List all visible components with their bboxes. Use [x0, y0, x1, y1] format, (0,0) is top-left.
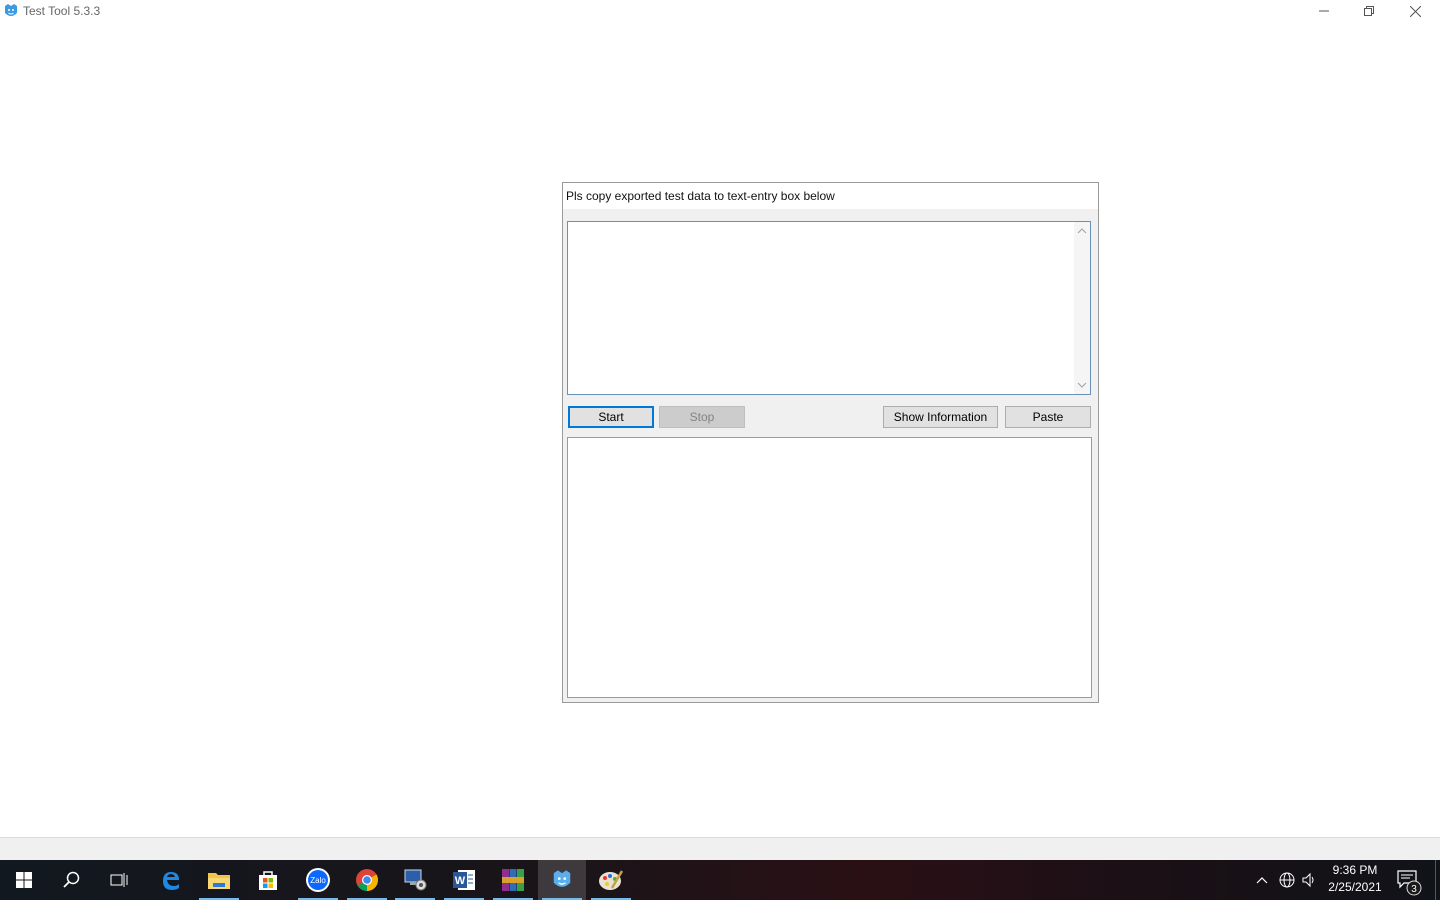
- input-scrollbar[interactable]: [1074, 222, 1090, 394]
- globe-icon: [1279, 872, 1295, 888]
- clock[interactable]: 9:36 PM 2/25/2021: [1322, 862, 1388, 898]
- test-data-input[interactable]: [567, 221, 1091, 395]
- file-explorer-icon: [208, 873, 230, 889]
- window-title: Test Tool 5.3.3: [23, 4, 101, 18]
- search-taskbar-button[interactable]: [48, 860, 96, 900]
- show-information-button[interactable]: Show Information: [883, 406, 998, 428]
- minimize-icon: [1319, 10, 1329, 12]
- instruction-header: Pls copy exported test data to text-entr…: [563, 183, 1098, 209]
- minimize-button[interactable]: [1301, 0, 1347, 22]
- test-tool-taskbar-button[interactable]: [538, 860, 586, 900]
- remote-tool-taskbar-button[interactable]: [391, 860, 439, 900]
- edge-taskbar-button[interactable]: [147, 860, 195, 900]
- notification-count: 3: [1411, 884, 1417, 895]
- app-face-icon: [5, 4, 17, 16]
- svg-text:Zalo: Zalo: [310, 876, 326, 885]
- start-button-taskbar[interactable]: [0, 860, 48, 900]
- close-icon: [1409, 5, 1421, 17]
- chevron-up-icon: [1256, 877, 1268, 884]
- title-bar: Test Tool 5.3.3: [0, 0, 1440, 24]
- paint-taskbar-button[interactable]: [587, 860, 635, 900]
- restore-button[interactable]: [1346, 0, 1392, 22]
- volume-button[interactable]: [1299, 870, 1319, 890]
- show-hidden-icons-button[interactable]: [1252, 870, 1272, 890]
- taskbar: Zalo W 9:36 PM 2/25/2021: [0, 860, 1440, 900]
- edge-icon: [163, 872, 179, 890]
- file-explorer-taskbar-button[interactable]: [195, 860, 243, 900]
- chrome-taskbar-button[interactable]: [343, 860, 391, 900]
- paste-button[interactable]: Paste: [1005, 406, 1091, 428]
- chrome-icon: [356, 869, 378, 891]
- status-bar: [0, 837, 1440, 860]
- task-view-button[interactable]: [96, 860, 144, 900]
- search-icon: [63, 871, 80, 888]
- svg-text:W: W: [455, 875, 466, 887]
- store-taskbar-button[interactable]: [244, 860, 292, 900]
- stop-button[interactable]: Stop: [659, 406, 745, 428]
- close-button[interactable]: [1392, 0, 1438, 22]
- test-data-panel: Pls copy exported test data to text-entr…: [562, 182, 1099, 703]
- word-taskbar-button[interactable]: W: [440, 860, 488, 900]
- restore-icon: [1364, 6, 1374, 16]
- clock-date: 2/25/2021: [1328, 880, 1382, 894]
- zalo-taskbar-button[interactable]: Zalo: [294, 860, 342, 900]
- scroll-down-icon[interactable]: [1077, 380, 1087, 390]
- start-button[interactable]: Start: [568, 406, 654, 428]
- speaker-icon: [1302, 872, 1314, 888]
- winrar-icon: [502, 869, 524, 891]
- zalo-icon: Zalo: [306, 868, 330, 892]
- clock-time: 9:36 PM: [1332, 863, 1378, 877]
- store-icon: [259, 871, 277, 890]
- show-desktop-button[interactable]: [1435, 860, 1440, 900]
- test-tool-icon: [553, 870, 571, 887]
- word-icon: W: [453, 870, 475, 890]
- notification-badge: 3: [1406, 880, 1422, 896]
- start-icon: [16, 872, 32, 888]
- remote-tool-icon: [404, 869, 427, 891]
- output-log-area[interactable]: [567, 437, 1092, 698]
- instruction-label: Pls copy exported test data to text-entr…: [566, 189, 835, 203]
- scroll-up-icon[interactable]: [1077, 226, 1087, 236]
- paint-icon: [599, 870, 624, 890]
- network-button[interactable]: [1277, 870, 1297, 890]
- winrar-taskbar-button[interactable]: [489, 860, 537, 900]
- task-view-icon: [110, 873, 128, 887]
